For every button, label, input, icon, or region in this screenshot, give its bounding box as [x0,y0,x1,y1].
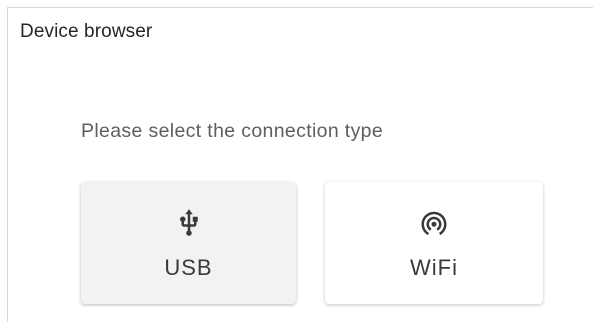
usb-connection-button[interactable]: USB [81,182,296,304]
device-browser-panel: Device browser Please select the connect… [7,7,593,322]
wifi-tethering-icon [421,211,447,236]
wifi-connection-button[interactable]: WiFi [325,182,543,304]
panel-title: Device browser [20,21,153,42]
usb-label: USB [164,255,213,280]
connection-type-prompt: Please select the connection type [81,120,384,142]
wifi-label: WiFi [410,255,458,280]
usb-icon [179,209,198,236]
